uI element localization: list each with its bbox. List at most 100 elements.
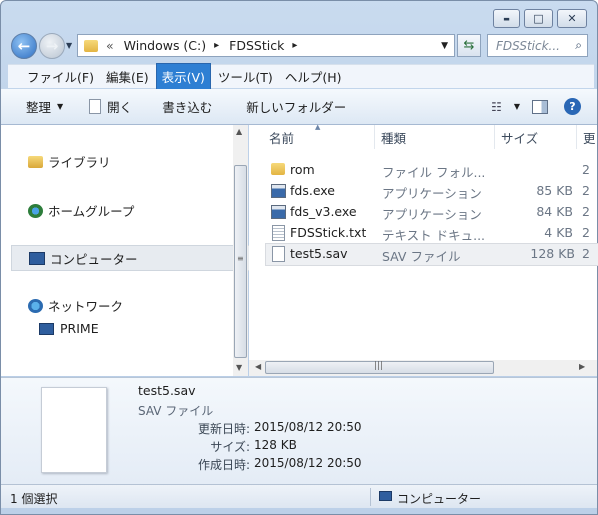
refresh-button[interactable]: ⇆ (457, 34, 481, 57)
details-filetype: SAV ファイル (138, 404, 214, 418)
organize-label: 整理 (26, 100, 52, 115)
address-history-dropdown[interactable]: ▼ (441, 41, 448, 51)
back-button[interactable]: ← (11, 33, 37, 59)
nav-item-network[interactable]: ネットワーク (28, 296, 123, 315)
exe-icon (271, 184, 286, 198)
network-icon (28, 298, 43, 313)
burn-label: 書き込む (162, 100, 213, 115)
menu-help[interactable]: ヘルプ(H) (280, 64, 347, 89)
scroll-thumb[interactable]: ||| (265, 361, 494, 374)
close-button[interactable]: ✕ (557, 9, 587, 28)
help-icon: ? (564, 98, 581, 115)
scroll-up-arrow[interactable]: ▲ (236, 127, 242, 136)
nav-item-computer[interactable]: コンピューター (11, 245, 250, 271)
help-button[interactable]: ? (556, 98, 589, 115)
column-header-date[interactable]: 更 (577, 125, 597, 149)
change-view-button[interactable]: ☷ (483, 100, 510, 114)
command-bar: 整理 ▼ 開く 書き込む 新しいフォルダー ☷ ▼ ? (1, 89, 597, 125)
forward-button[interactable]: → (39, 33, 65, 59)
file-type: SAV ファイル (382, 249, 461, 264)
file-size: 85 KB (536, 183, 573, 198)
scroll-thumb[interactable]: ≡ (234, 165, 247, 358)
nav-label-computer: コンピューター (50, 251, 138, 267)
exe-icon (271, 205, 286, 219)
nav-item-libraries[interactable]: ライブラリ (28, 152, 111, 171)
chevron-down-icon: ▼ (513, 102, 520, 111)
organize-button[interactable]: 整理 ▼ (18, 97, 71, 116)
burn-button[interactable]: 書き込む (154, 97, 220, 116)
refresh-icon: ⇆ (463, 38, 475, 53)
minimize-icon: ▬ (503, 14, 510, 23)
file-size: 128 KB (530, 246, 575, 261)
details-created-value: 2015/08/12 20:50 (254, 456, 362, 470)
text-file-icon (272, 225, 285, 241)
column-header-type[interactable]: 種類 (375, 125, 495, 149)
address-overflow[interactable]: « (106, 38, 114, 53)
menu-tools[interactable]: ツール(T) (213, 64, 278, 89)
open-button[interactable]: 開く (81, 97, 140, 116)
file-date: 2 (582, 183, 590, 198)
file-row[interactable]: fds_v3.exe アプリケーション 84 KB 2 (265, 201, 597, 222)
column-header-size[interactable]: サイズ (495, 125, 577, 149)
address-segment-drive[interactable]: Windows (C:) (124, 38, 206, 53)
file-name: fds_v3.exe (290, 204, 357, 219)
scroll-down-arrow[interactable]: ▼ (236, 363, 242, 372)
file-size: 4 KB (544, 225, 573, 240)
maximize-button[interactable]: □ (524, 9, 553, 28)
menu-edit[interactable]: 編集(E) (101, 64, 154, 89)
nav-item-prime[interactable]: PRIME (39, 321, 99, 336)
menu-file[interactable]: ファイル(F) (22, 64, 99, 89)
file-thumbnail (41, 387, 107, 473)
scroll-left-arrow[interactable]: ◀ (255, 362, 261, 371)
file-icon (89, 99, 102, 114)
new-folder-button[interactable]: 新しいフォルダー (238, 97, 354, 116)
address-bar[interactable]: « Windows (C:) ▸ FDSStick ▸ ▼ (77, 34, 455, 57)
details-filename: test5.sav (138, 383, 196, 398)
menu-bar: ファイル(F) 編集(E) 表示(V) ツール(T) ヘルプ(H) (8, 63, 594, 90)
maximize-icon: □ (533, 12, 544, 25)
file-name: rom (290, 162, 315, 177)
search-box[interactable]: FDSStick... ⌕ (487, 34, 588, 57)
file-size: 84 KB (536, 204, 573, 219)
file-type: アプリケーション (382, 207, 482, 222)
file-row[interactable]: fds.exe アプリケーション 85 KB 2 (265, 180, 597, 201)
file-date: 2 (582, 204, 590, 219)
status-selection: 1 個選択 (10, 492, 58, 506)
file-row-selected[interactable]: test5.sav SAV ファイル 128 KB 2 (265, 243, 598, 266)
file-type: テキスト ドキュ... (382, 228, 486, 243)
column-header-name[interactable]: 名前 (263, 125, 375, 149)
file-list-pane: ▲ 名前 種類 サイズ 更 rom ファイル フォル... 2 fds.exe … (249, 123, 598, 376)
chevron-right-icon[interactable]: ▸ (292, 40, 297, 51)
recent-pages-dropdown[interactable]: ▼ (66, 41, 72, 50)
status-bar: 1 個選択 コンピューター (1, 484, 597, 508)
file-row[interactable]: rom ファイル フォル... 2 (265, 159, 597, 180)
view-options-dropdown[interactable]: ▼ (510, 102, 524, 111)
nav-label-libraries: ライブラリ (48, 155, 111, 170)
nav-item-homegroup[interactable]: ホームグループ (28, 201, 134, 220)
nav-label-homegroup: ホームグループ (48, 204, 135, 219)
grip-icon: ||| (374, 361, 384, 371)
file-name: fds.exe (290, 183, 335, 198)
chevron-down-icon: ▼ (57, 102, 64, 111)
details-created-label: 作成日時: (197, 458, 250, 472)
search-input[interactable]: FDSStick... (496, 39, 560, 53)
file-date: 2 (582, 162, 590, 177)
file-row[interactable]: FDSStick.txt テキスト ドキュ... 4 KB 2 (265, 222, 597, 243)
nav-scrollbar[interactable]: ▲ ≡ ▼ (233, 125, 248, 376)
menu-view[interactable]: 表示(V) (155, 63, 211, 90)
nav-label-prime: PRIME (60, 321, 99, 336)
back-arrow-icon: ← (17, 37, 31, 55)
file-name: test5.sav (290, 246, 348, 261)
chevron-right-icon[interactable]: ▸ (214, 40, 219, 51)
list-horizontal-scrollbar[interactable]: ◀ ||| ▶ (249, 360, 597, 376)
libraries-icon (28, 155, 43, 168)
scroll-right-arrow[interactable]: ▶ (579, 362, 585, 371)
details-modified-label: 更新日時: (197, 422, 250, 436)
computer-icon (29, 251, 45, 265)
status-location: コンピューター (397, 492, 482, 506)
close-icon: ✕ (567, 12, 577, 25)
address-segment-folder[interactable]: FDSStick (229, 38, 284, 53)
preview-pane-button[interactable] (524, 99, 556, 114)
minimize-button[interactable]: ▬ (493, 9, 520, 28)
file-date: 2 (582, 246, 590, 261)
